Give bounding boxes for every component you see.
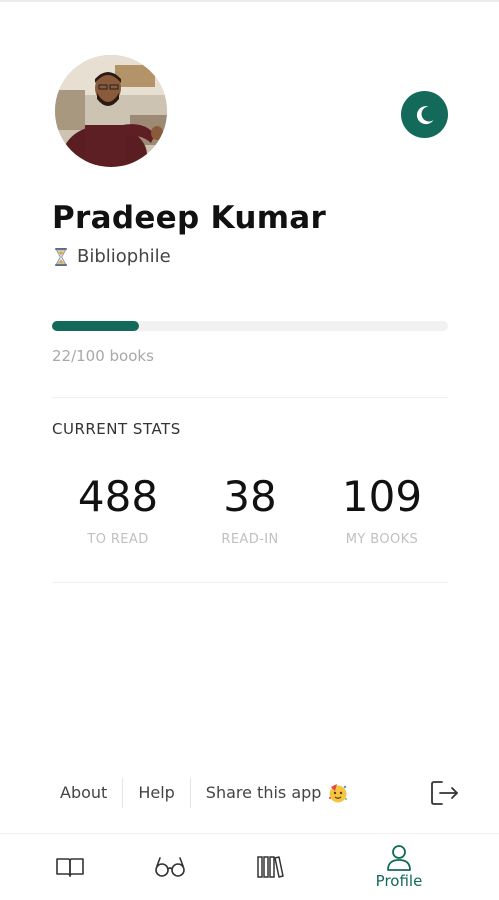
nav-item-reading-now[interactable] — [140, 834, 200, 900]
profile-title: Bibliophile — [77, 246, 171, 267]
footer-links: About Help Share this app — [45, 778, 364, 808]
stat-to-read[interactable]: 488 TO READ — [53, 472, 183, 547]
top-divider — [0, 0, 499, 2]
logout-button[interactable] — [429, 779, 461, 807]
nav-item-library[interactable] — [240, 834, 300, 900]
stat-read-in[interactable]: 38 READ-IN — [185, 472, 315, 547]
nav-item-reading[interactable] — [40, 834, 100, 900]
section-divider — [52, 582, 448, 583]
profile-title-badge: Bibliophile — [52, 246, 171, 267]
glasses-icon — [155, 857, 185, 877]
open-book-icon — [56, 858, 84, 877]
stat-label: MY BOOKS — [345, 532, 419, 547]
profile-icon — [387, 845, 411, 871]
stat-label: TO READ — [87, 532, 149, 547]
reading-progress-bar — [52, 321, 448, 331]
section-divider — [52, 397, 448, 398]
reading-progress-label: 22/100 books — [52, 347, 154, 365]
stat-value: 38 — [223, 472, 277, 521]
stat-value: 109 — [341, 472, 423, 521]
stat-value: 488 — [77, 472, 159, 521]
about-link[interactable]: About — [45, 778, 122, 808]
bottom-nav: Profile — [0, 834, 499, 900]
nav-item-profile[interactable]: Profile — [364, 834, 434, 900]
user-photo — [55, 55, 167, 167]
bookshelf-icon — [257, 856, 284, 878]
share-app-link[interactable]: Share this app — [191, 778, 365, 808]
profile-name: Pradeep Kumar — [52, 200, 327, 236]
share-app-label: Share this app — [205, 783, 322, 802]
moon-icon — [416, 105, 433, 124]
logout-icon — [431, 781, 458, 805]
stats-heading: CURRENT STATS — [52, 420, 181, 438]
stat-my-books[interactable]: 109 MY BOOKS — [317, 472, 447, 547]
help-link[interactable]: Help — [123, 778, 189, 808]
avatar[interactable] — [55, 55, 167, 167]
stat-label: READ-IN — [221, 532, 279, 547]
reading-progress-fill — [52, 321, 140, 331]
hourglass-icon — [55, 247, 67, 266]
theme-toggle-button[interactable] — [401, 91, 448, 138]
party-face-icon — [329, 784, 348, 803]
nav-label-profile: Profile — [375, 872, 423, 890]
